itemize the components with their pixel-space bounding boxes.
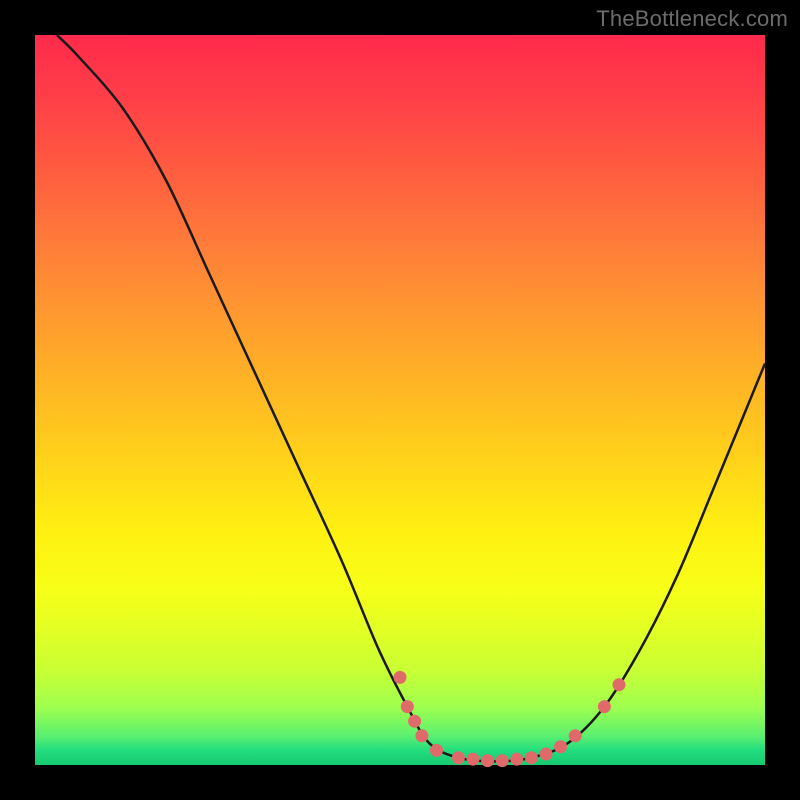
watermark-text: TheBottleneck.com (596, 6, 788, 32)
data-point (613, 678, 626, 691)
data-point (496, 754, 509, 767)
data-point (554, 740, 567, 753)
data-point (540, 748, 553, 761)
data-point (430, 744, 443, 757)
data-point (401, 700, 414, 713)
bottleneck-curve (57, 35, 765, 761)
data-point (525, 751, 538, 764)
data-point (415, 729, 428, 742)
data-point (510, 753, 523, 766)
curve-svg (35, 35, 765, 765)
data-point (481, 754, 494, 767)
data-point (452, 751, 465, 764)
data-points-group (394, 671, 626, 767)
data-point (467, 753, 480, 766)
data-point (394, 671, 407, 684)
data-point (569, 729, 582, 742)
data-point (408, 715, 421, 728)
plot-area (35, 35, 765, 765)
data-point (598, 700, 611, 713)
chart-container: TheBottleneck.com (0, 0, 800, 800)
